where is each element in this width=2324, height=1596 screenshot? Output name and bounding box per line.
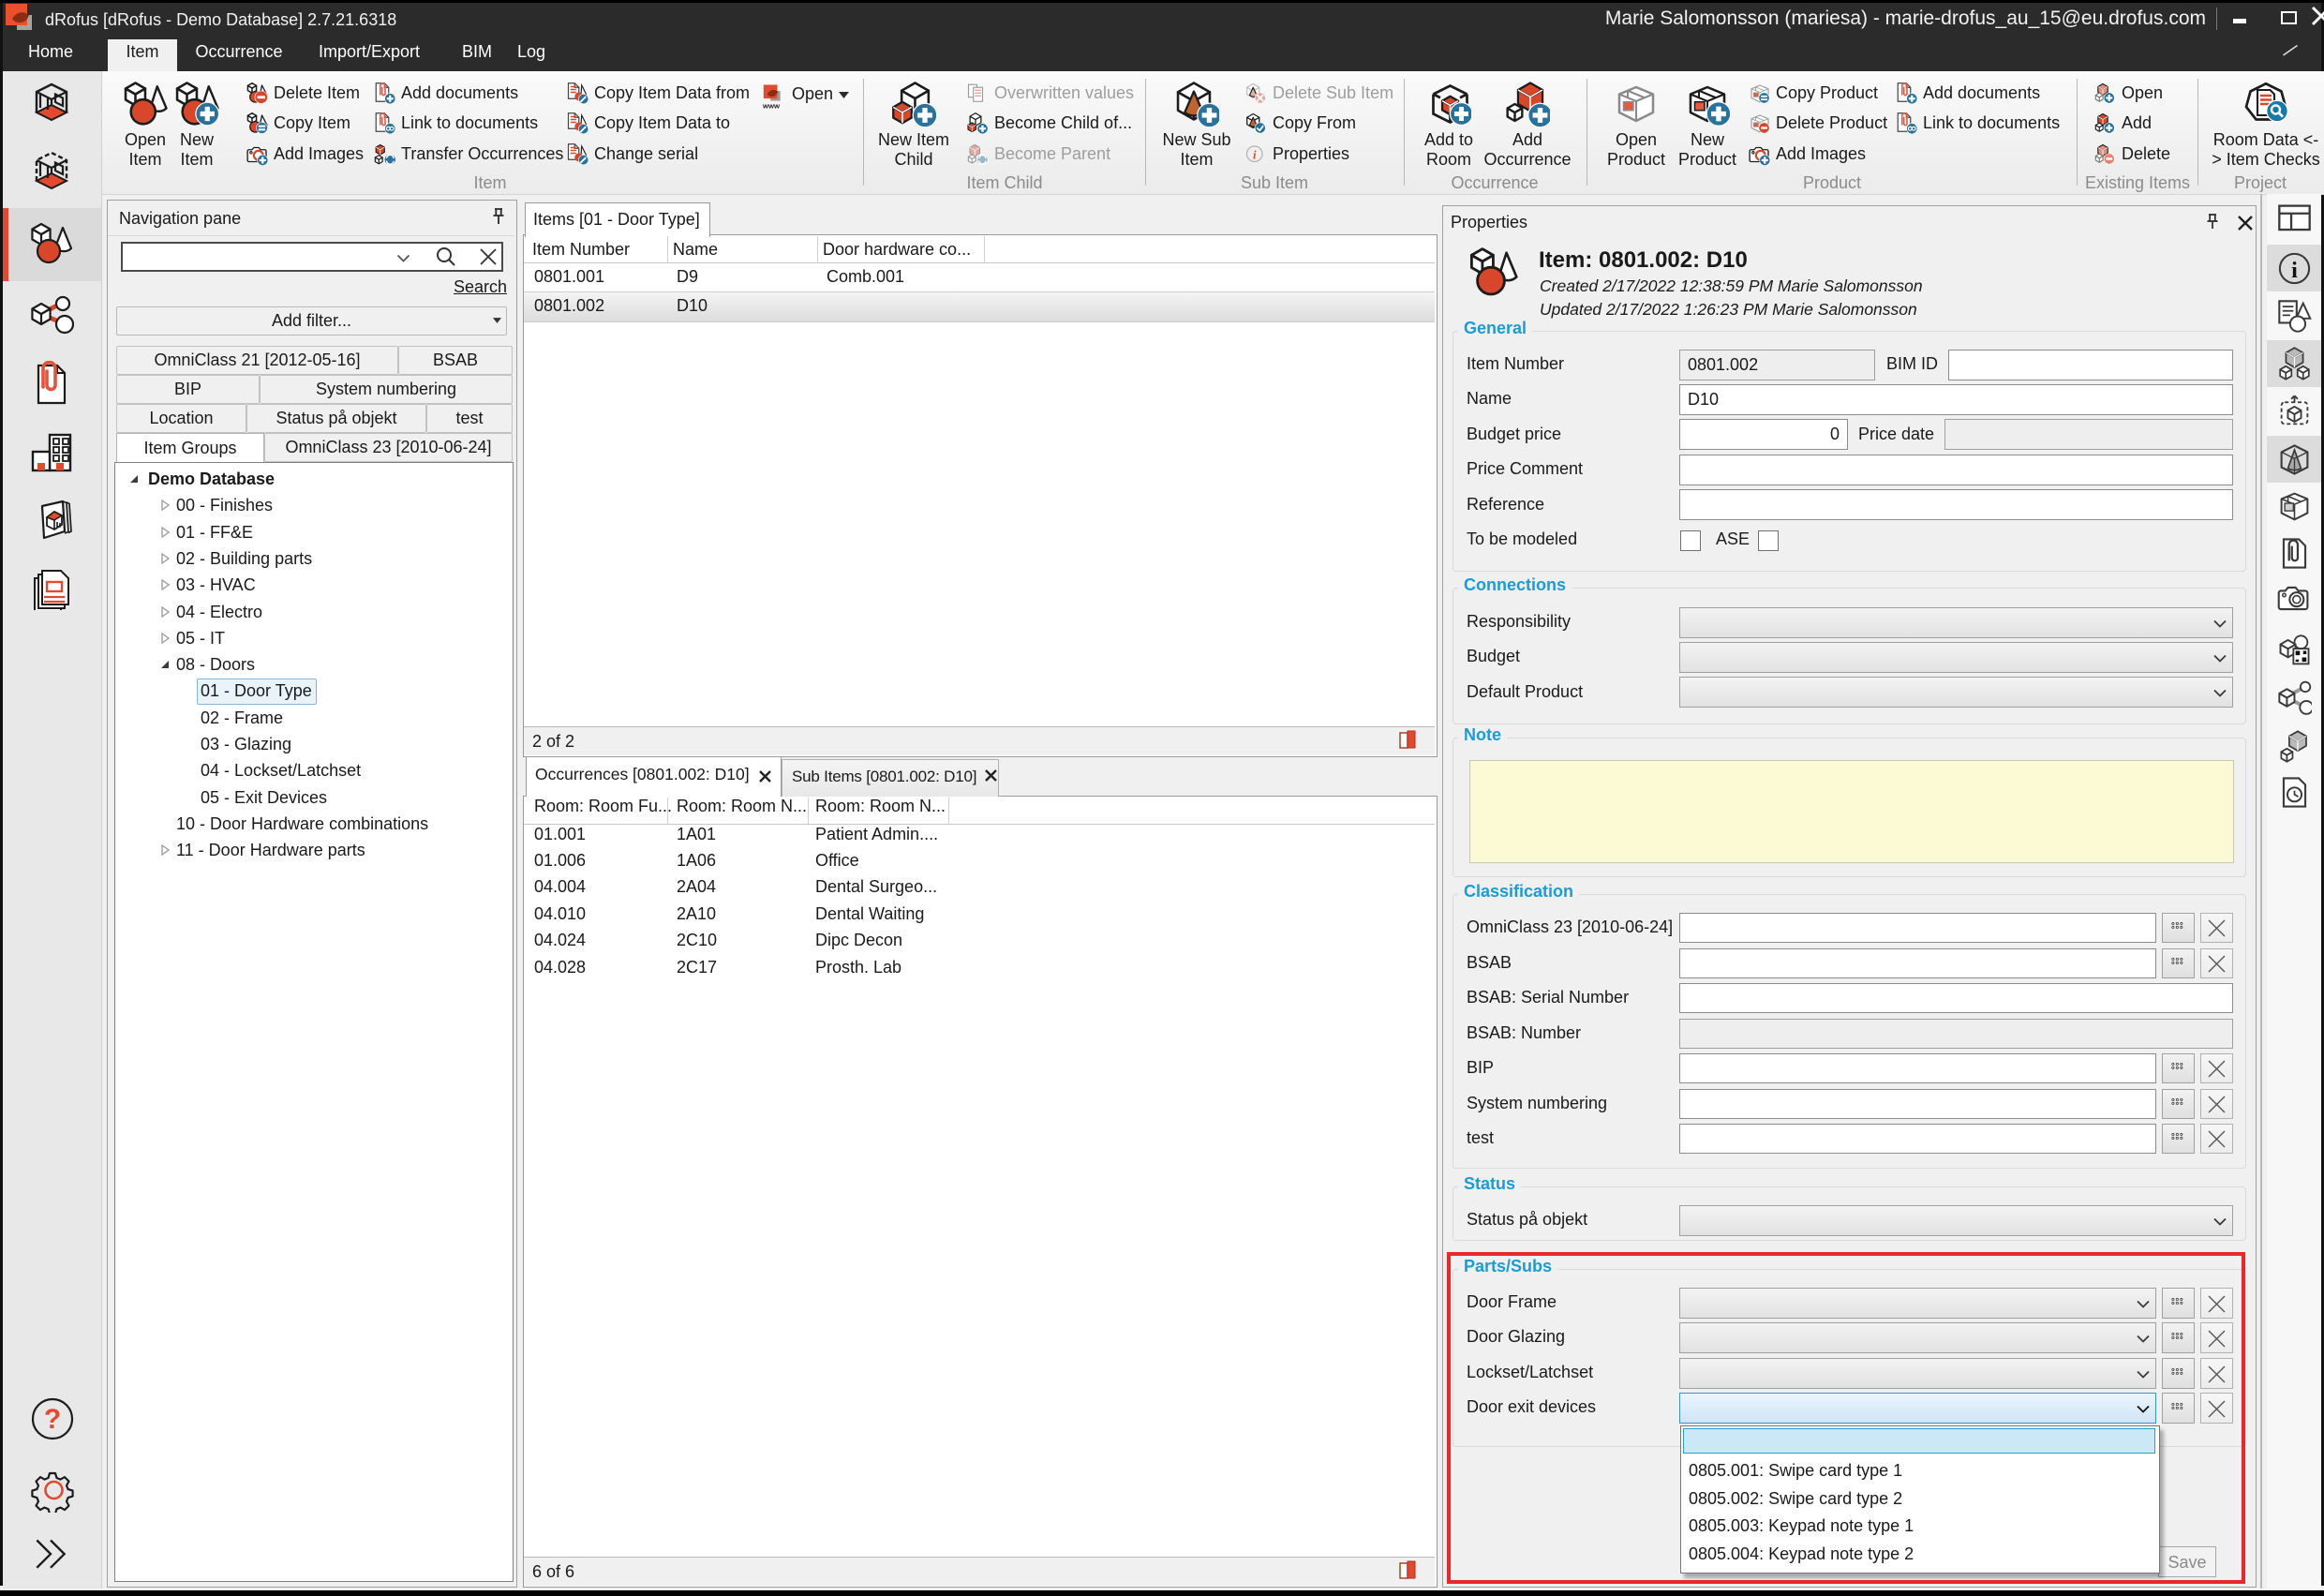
svg-text:i: i <box>2291 258 2298 283</box>
svg-text:?: ? <box>44 1404 61 1435</box>
svg-text:www: www <box>763 102 780 111</box>
svg-text:i: i <box>1253 149 1257 162</box>
